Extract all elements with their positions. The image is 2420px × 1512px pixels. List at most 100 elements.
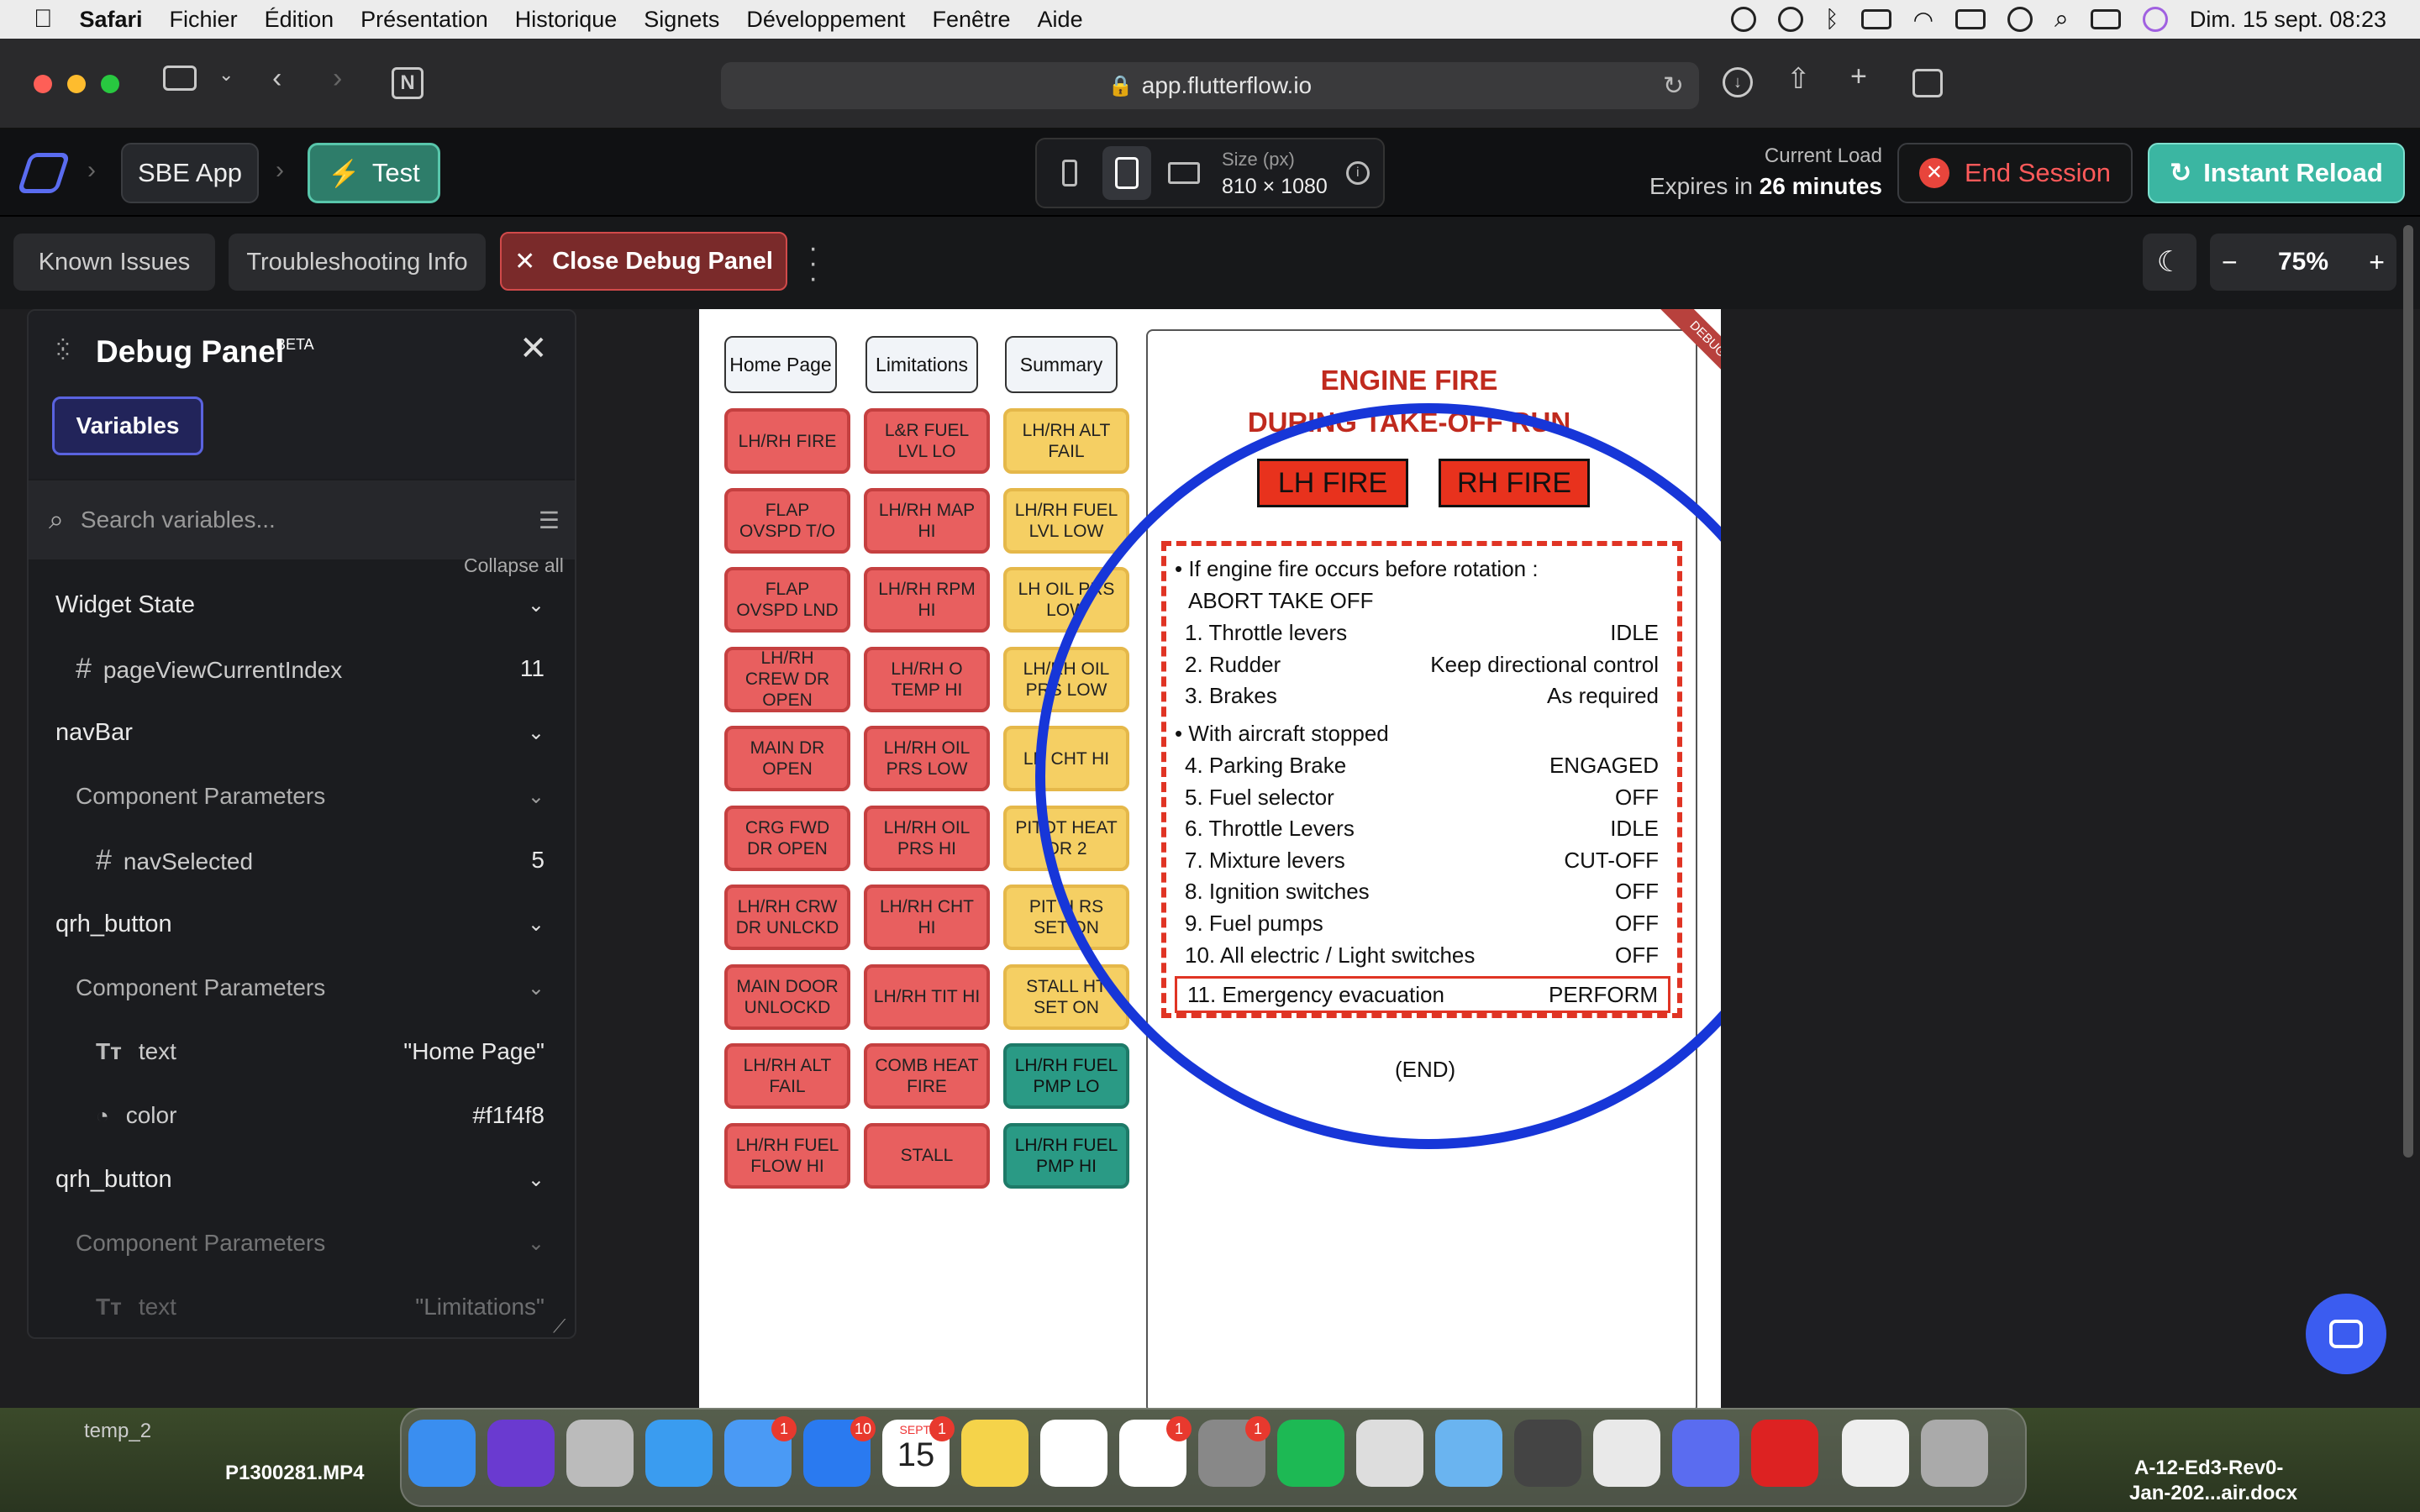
variable-row[interactable]: # navSelected 5 [29,828,575,892]
alert-tile[interactable]: LH/RH FUEL PMP LO [1003,1043,1129,1109]
close-icon[interactable]: ✕ [519,329,548,368]
alert-tile[interactable]: LH/RH OIL PRS HI [864,805,990,871]
subsection-component-parameters[interactable]: Component Parameters ⌄ [29,764,575,828]
preview-icon[interactable] [1435,1420,1502,1487]
alert-tile[interactable]: COMB HEAT FIRE [864,1043,990,1109]
known-issues-button[interactable]: Known Issues [13,234,215,291]
close-window-button[interactable] [34,75,52,93]
search-variables-field[interactable]: ⌕ Search variables... ☰ [29,480,575,559]
alert-tile[interactable]: LH/RH TIT HI [864,963,990,1030]
alert-tile[interactable]: LH/RH CREW DR OPEN [724,646,850,712]
back-icon[interactable]: ‹ [272,62,281,95]
desktop-file-label[interactable]: P1300281.MP4 [225,1462,364,1485]
flutterflow-icon[interactable] [1672,1420,1739,1487]
section-widget-state[interactable]: Widget State ⌄ [29,573,575,637]
tablet-device-icon[interactable] [1102,146,1151,200]
xcode-icon[interactable] [1356,1420,1423,1487]
alert-tile[interactable]: LH/RH RPM HI [864,567,990,633]
share-icon[interactable]: ⇧ [1786,62,1811,96]
alert-tile[interactable]: LH/RH FUEL PMP HI [1003,1122,1129,1189]
alert-tile[interactable]: FLAP OVSPD LND [724,567,850,633]
battery-icon[interactable] [1860,9,1891,29]
download-icon[interactable]: ↓ [1723,67,1753,97]
apple-menu-icon[interactable]:  [34,5,53,34]
desktop-device-icon[interactable] [1160,146,1208,200]
minimize-window-button[interactable] [67,75,86,93]
subsection-component-parameters[interactable]: Component Parameters ⌄ [29,1211,575,1275]
dark-mode-icon[interactable]: ☾ [2143,234,2196,291]
mail-icon[interactable]: 1 [724,1416,797,1487]
system-settings-icon[interactable]: 1 [1198,1416,1270,1487]
resize-handle-icon[interactable]: ⟋ [553,1315,566,1337]
zoom-out-icon[interactable]: − [2222,247,2238,278]
close-debug-panel-button[interactable]: ✕ Close Debug Panel [500,232,787,291]
reminders-icon[interactable]: 1 [1119,1416,1192,1487]
chrome-icon[interactable] [1593,1420,1660,1487]
project-name-button[interactable]: SBE App [121,143,259,203]
safari-icon[interactable] [645,1420,713,1487]
alert-tile[interactable]: LH/RH FUEL LVL LOW [1003,487,1129,554]
notes-icon[interactable] [961,1420,1028,1487]
nav-limitations-button[interactable]: Limitations [865,336,978,393]
notion-icon[interactable]: N [392,67,424,99]
nav-home-page-button[interactable]: Home Page [724,336,837,393]
variable-row[interactable]: ◔ color #f1f4f8 [29,1084,575,1147]
alert-tile[interactable]: MAIN DR OPEN [724,726,850,791]
phone-device-icon[interactable] [1045,146,1094,200]
address-bar[interactable]: 🔒 app.flutterflow.io ↻ [721,62,1699,109]
sidebar-icon[interactable] [163,66,197,91]
tab-overview-icon[interactable] [1912,69,1943,97]
alert-tile[interactable]: LH/RH FIRE [724,408,850,474]
freeform-icon[interactable] [1040,1420,1107,1487]
forward-icon[interactable]: › [333,62,342,95]
calendar-icon[interactable] [1955,9,1986,29]
menu-item-edition[interactable]: Édition [265,7,334,33]
document-icon[interactable] [1842,1420,1909,1487]
section-qrh-button[interactable]: qrh_button ⌄ [29,1147,575,1211]
new-tab-icon[interactable]: + [1850,60,1867,93]
subsection-component-parameters[interactable]: Component Parameters ⌄ [29,956,575,1020]
chat-support-icon[interactable] [2306,1294,2386,1374]
game-icon[interactable] [1514,1420,1581,1487]
zoom-window-button[interactable] [101,75,119,93]
variable-row[interactable]: # pageViewCurrentIndex 11 [29,637,575,701]
user-icon[interactable] [2007,7,2033,32]
variables-tab[interactable]: Variables [52,396,203,455]
siri-icon[interactable] [2142,7,2168,32]
test-mode-button[interactable]: ⚡ Test [308,143,440,203]
info-icon[interactable]: i [1345,161,1370,185]
end-session-button[interactable]: ✕ End Session [1897,143,2133,203]
menu-item-fichier[interactable]: Fichier [170,7,238,33]
search-icon[interactable]: ⌕ [2054,5,2069,34]
menu-item-fenetre[interactable]: Fenêtre [932,7,1010,33]
control-center-icon[interactable] [2090,9,2121,29]
chatgpt-icon[interactable] [1730,7,1756,32]
alert-tile[interactable]: LH/RH OIL PRS LOW [864,726,990,791]
alert-tile[interactable]: LH/RH O TEMP HI [864,646,990,712]
troubleshooting-button[interactable]: Troubleshooting Info [229,234,486,291]
section-navbar[interactable]: navBar ⌄ [29,701,575,764]
alert-tile[interactable]: LH/RH CHT HI [864,885,990,950]
alert-tile[interactable]: MAIN DOOR UNLOCKD [724,963,850,1030]
reload-icon[interactable]: ↻ [1663,71,1684,101]
menu-item-aide[interactable]: Aide [1038,7,1083,33]
menu-item-signets[interactable]: Signets [644,7,719,33]
alert-tile[interactable]: LH/RH FUEL FLOW HI [724,1122,850,1189]
zoom-in-icon[interactable]: + [2369,247,2385,278]
chevron-down-icon[interactable]: ⌄ [218,64,234,86]
flutterflow-logo-icon[interactable] [17,153,71,193]
alert-tile[interactable]: STALL [864,1122,990,1189]
alert-tile[interactable]: LH/RH ALT FAIL [724,1043,850,1109]
launchpad-icon[interactable] [566,1420,634,1487]
trash-icon[interactable] [1921,1420,1988,1487]
section-qrh-button[interactable]: qrh_button ⌄ [29,892,575,956]
siri-icon[interactable] [487,1420,555,1487]
drag-handle-icon[interactable]: ⁘ ⁘ [54,333,74,365]
bluetooth-icon[interactable]: ᛒ [1825,6,1839,33]
play-icon[interactable] [1777,7,1803,32]
page-scrollbar[interactable] [2403,225,2413,1158]
alert-tile[interactable]: LH/RH CRW DR UNLCKD [724,885,850,950]
alert-tile[interactable]: FLAP OVSPD T/O [724,487,850,554]
menu-item-presentation[interactable]: Présentation [360,7,488,33]
variable-row[interactable]: Tт text "Limitations" [29,1275,575,1337]
